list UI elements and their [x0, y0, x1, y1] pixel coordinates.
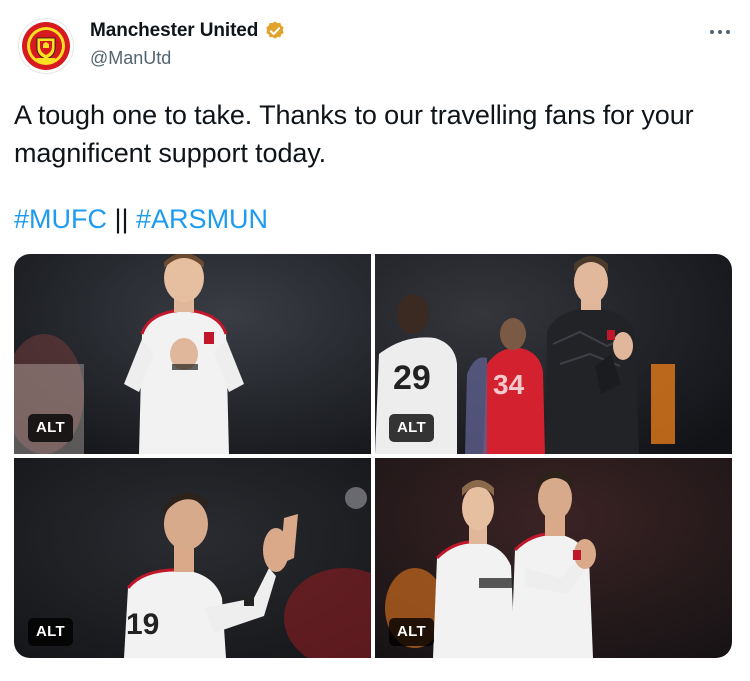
alt-badge[interactable]: ALT: [389, 414, 434, 442]
alt-badge[interactable]: ALT: [28, 618, 73, 646]
svg-text:19: 19: [126, 608, 159, 641]
svg-text:34: 34: [493, 369, 525, 400]
photo-1[interactable]: ALT: [14, 254, 371, 454]
manchester-united-crest: [22, 22, 70, 70]
verified-badge-icon: [266, 21, 284, 39]
display-name[interactable]: Manchester United: [90, 20, 258, 42]
hashtag-mufc[interactable]: #MUFC: [14, 204, 107, 234]
more-options-icon: [710, 30, 730, 34]
photo-2[interactable]: 29 34 ALT: [375, 254, 732, 454]
alt-badge[interactable]: ALT: [28, 414, 73, 442]
author-block: Manchester United @ManUtd: [90, 20, 286, 69]
handle[interactable]: @ManUtd: [90, 48, 286, 69]
tweet-card: Manchester United @ManUtd A tough one to…: [0, 0, 750, 681]
photo-3[interactable]: 19 ALT: [14, 458, 371, 658]
tweet-text: A tough one to take. Thanks to our trave…: [14, 100, 694, 168]
media-grid: ALT 29 34 ALT 19 ALT ALT: [14, 254, 732, 658]
hashtag-line: #MUFC || #ARSMUN: [14, 200, 268, 238]
more-options-button[interactable]: [708, 20, 732, 44]
avatar[interactable]: [18, 18, 74, 74]
svg-text:29: 29: [393, 359, 431, 397]
alt-badge[interactable]: ALT: [389, 618, 434, 646]
photo-4[interactable]: ALT: [375, 458, 732, 658]
name-row: Manchester United: [90, 20, 286, 42]
hashtag-separator: ||: [107, 204, 137, 234]
hashtag-arsmun[interactable]: #ARSMUN: [136, 204, 268, 234]
